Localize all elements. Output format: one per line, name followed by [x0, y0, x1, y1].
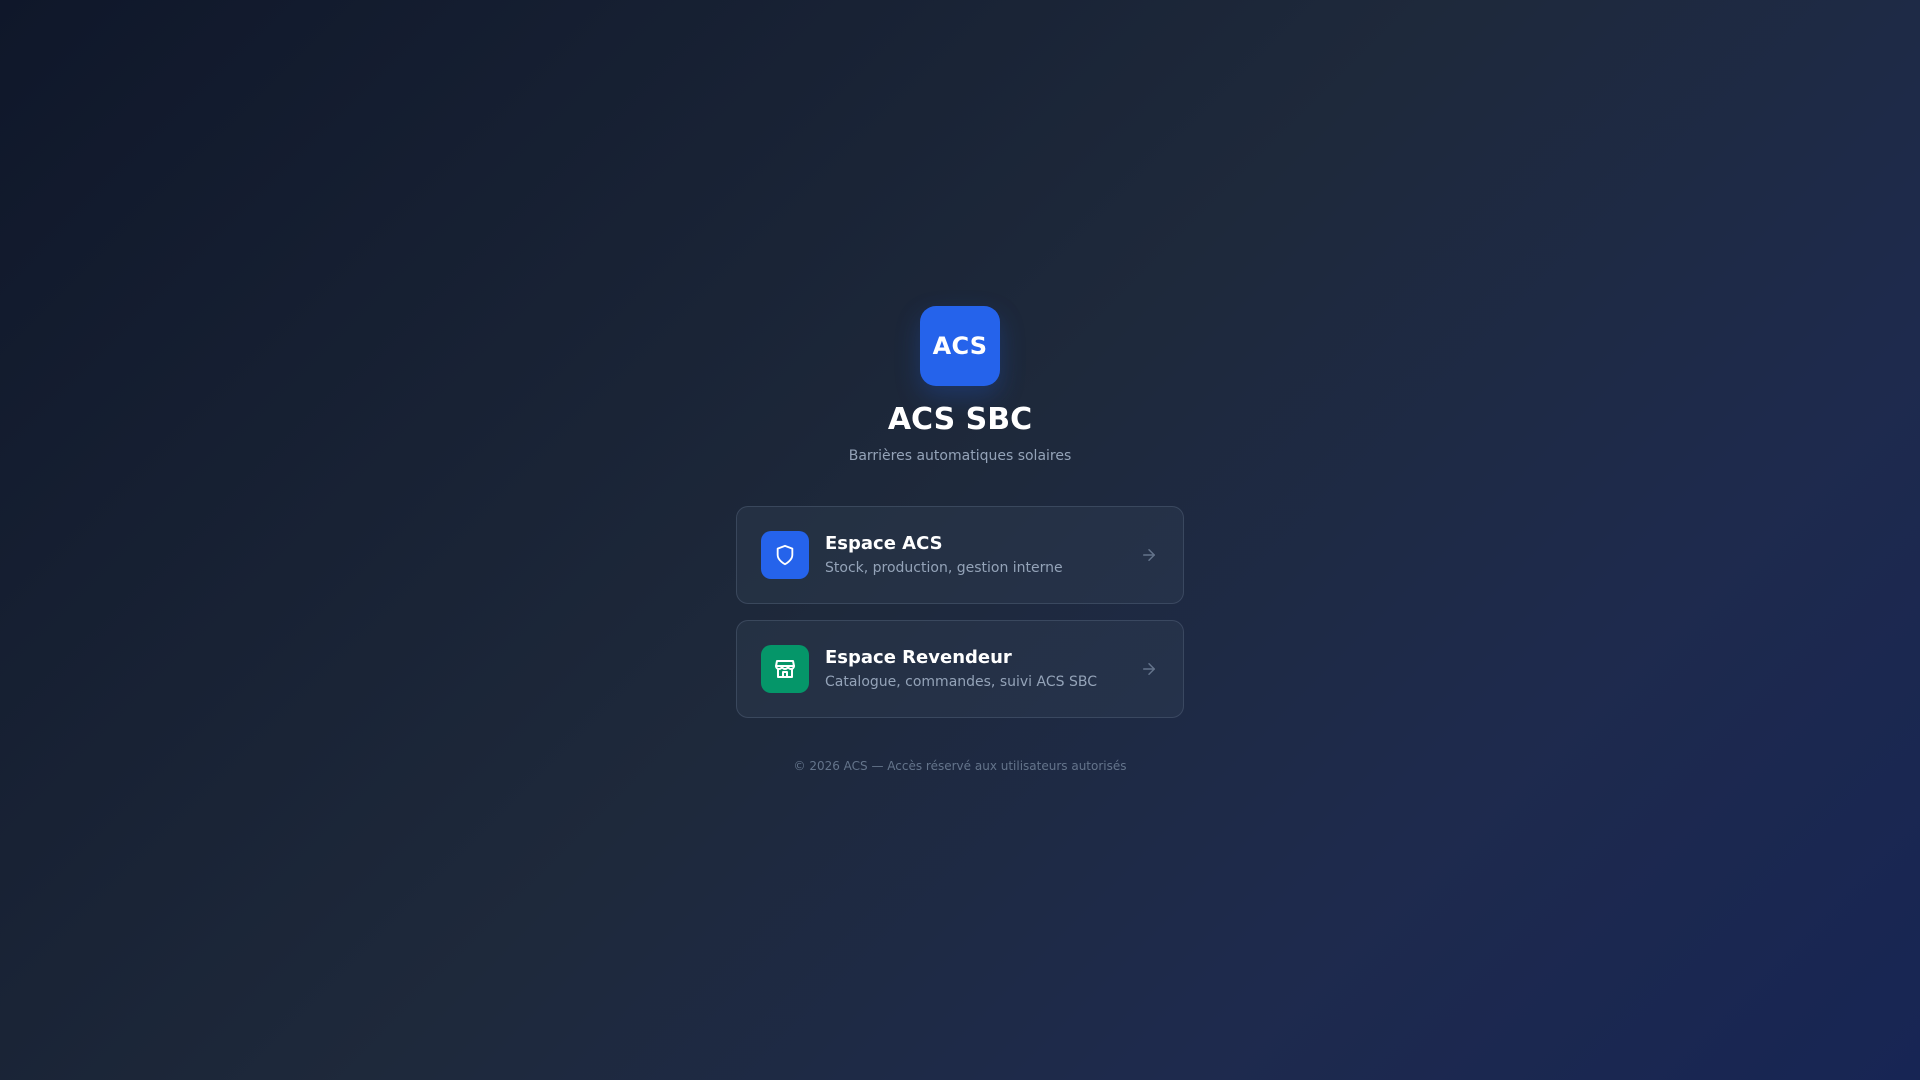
- shield-icon: [776, 544, 794, 566]
- arrow-right-icon: [1139, 659, 1159, 679]
- store-icon: [775, 660, 795, 678]
- footer-copyright: © 2026 ACS — Accès réservé aux utilisate…: [793, 759, 1127, 773]
- page-subtitle: Barrières automatiques solaires: [848, 448, 1072, 464]
- espace-acs-card[interactable]: Espace ACS Stock, production, gestion in…: [736, 506, 1184, 604]
- espace-acs-description: Stock, production, gestion interne: [825, 560, 1063, 576]
- brand-logo-text: ACS: [932, 332, 988, 360]
- espace-revendeur-card[interactable]: Espace Revendeur Catalogue, commandes, s…: [736, 620, 1184, 718]
- espace-revendeur-description: Catalogue, commandes, suivi ACS SBC: [825, 674, 1097, 690]
- arrow-right-icon: [1139, 545, 1159, 565]
- espace-revendeur-text: Espace Revendeur Catalogue, commandes, s…: [825, 646, 1139, 692]
- espace-acs-title: Espace ACS: [825, 533, 943, 554]
- espace-revendeur-title: Espace Revendeur: [825, 647, 1012, 668]
- brand-logo: ACS: [920, 306, 1000, 386]
- page-title: ACS SBC: [887, 402, 1033, 437]
- space-selector: Espace ACS Stock, production, gestion in…: [736, 506, 1184, 718]
- espace-acs-icon-box: [761, 531, 809, 579]
- login-portal: ACS ACS SBC Barrières automatiques solai…: [736, 306, 1184, 774]
- espace-acs-text: Espace ACS Stock, production, gestion in…: [825, 532, 1139, 578]
- espace-revendeur-icon-box: [761, 645, 809, 693]
